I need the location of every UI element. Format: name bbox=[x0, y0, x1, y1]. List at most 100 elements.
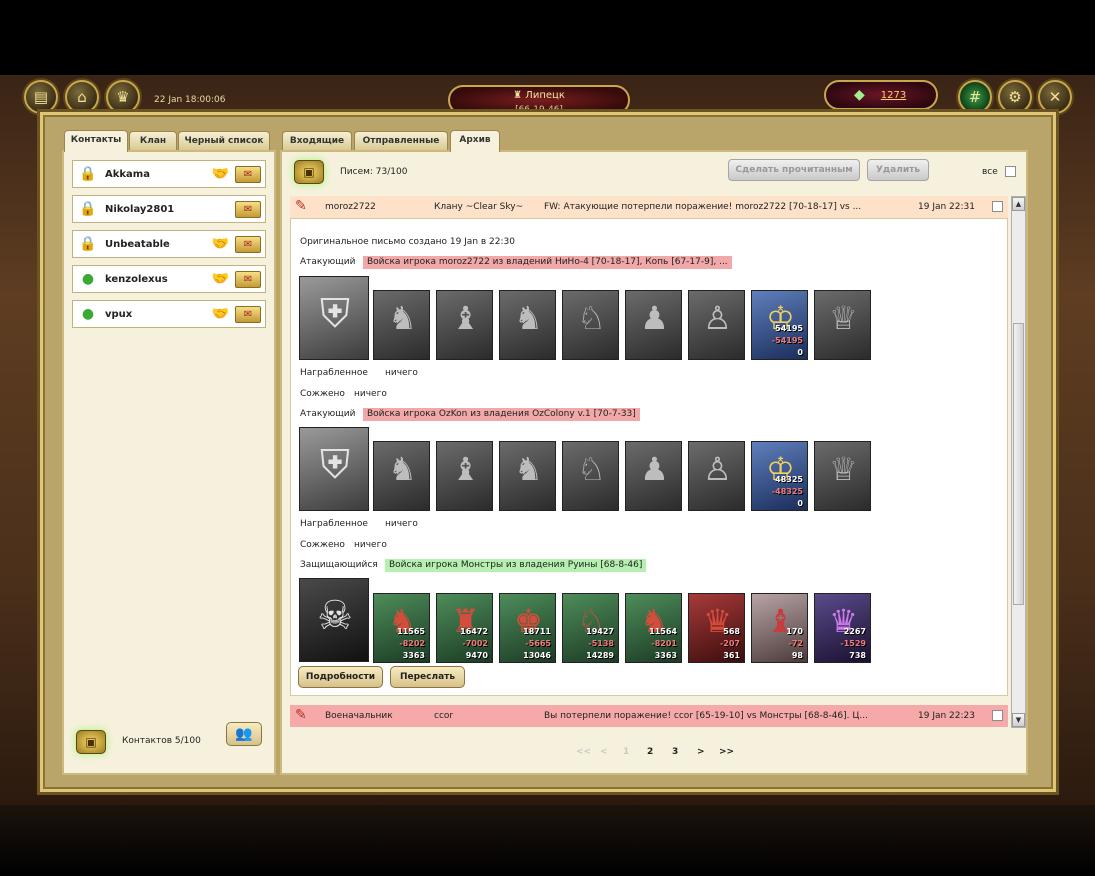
add-contact-button[interactable]: 👥 bbox=[226, 722, 262, 746]
gear-icon: ⚙ bbox=[1008, 88, 1022, 106]
unit-count: 54195 bbox=[775, 324, 803, 333]
demon-icon: ☠ bbox=[317, 593, 353, 639]
burn-value: ничего bbox=[354, 389, 387, 399]
tab-inbox[interactable]: Входящие bbox=[282, 131, 352, 151]
select-all-label: все bbox=[982, 167, 998, 177]
send-mail-button[interactable]: ✉ bbox=[235, 270, 261, 288]
trophy-button[interactable]: ♛ bbox=[106, 80, 140, 114]
scroll-up-arrow[interactable]: ▲ bbox=[1012, 197, 1025, 211]
settings-button[interactable]: ⚙ bbox=[998, 80, 1032, 114]
tab-contacts[interactable]: Контакты bbox=[64, 130, 128, 152]
pager-next[interactable]: > bbox=[697, 747, 705, 757]
map-button[interactable]: ▤ bbox=[24, 80, 58, 114]
unit-remaining: 0 bbox=[797, 499, 803, 508]
pager-prev[interactable]: < bbox=[600, 747, 608, 757]
pager-last[interactable]: >> bbox=[719, 747, 734, 757]
unit-count: 19427 bbox=[586, 627, 614, 636]
unit-card: ♘ bbox=[562, 441, 619, 511]
handshake-icon[interactable]: 🤝 bbox=[212, 271, 229, 287]
delete-button[interactable]: Удалить bbox=[867, 159, 929, 181]
contact-name: vpux bbox=[105, 308, 133, 320]
unit-loss: -48325 bbox=[771, 487, 803, 496]
message-row[interactable]: ✎ Военачальник ccor Вы потерпели поражен… bbox=[290, 705, 1008, 727]
currency-plate: ◆ 1273 bbox=[824, 80, 938, 110]
monster-card: ♛ 568 -207 361 bbox=[688, 593, 745, 663]
angel-icon: ♕ bbox=[829, 450, 858, 488]
chest-icon[interactable]: ▣ bbox=[294, 160, 324, 184]
unit-card: ♝ bbox=[436, 290, 493, 360]
contact-row[interactable]: 🔒 Akkama 🤝 ✉ bbox=[72, 160, 266, 188]
unit-remaining: 13046 bbox=[523, 651, 551, 660]
message-from: Военачальник bbox=[325, 711, 393, 721]
unit-count: 18711 bbox=[523, 627, 551, 636]
select-all-checkbox[interactable] bbox=[1005, 166, 1016, 177]
contact-name: kenzolexus bbox=[105, 273, 168, 285]
contact-row[interactable]: 🔒 Unbeatable 🤝 ✉ bbox=[72, 230, 266, 258]
unit-card: ♙ bbox=[688, 290, 745, 360]
unit-remaining: 14289 bbox=[586, 651, 614, 660]
army-title[interactable]: Войска игрока moroz2722 из владений НиНо… bbox=[363, 256, 732, 269]
send-mail-button[interactable]: ✉ bbox=[235, 165, 261, 183]
contact-row[interactable]: 🔒 Nikolay2801 ✉ bbox=[72, 195, 266, 223]
scroll-down-arrow[interactable]: ▼ bbox=[1012, 713, 1025, 727]
city-plate[interactable]: ♜ Липецк [66-19-46] bbox=[448, 85, 630, 115]
unit-count: 48325 bbox=[775, 475, 803, 484]
unit-remaining: 0 bbox=[797, 348, 803, 357]
tab-blacklist[interactable]: Черный список bbox=[178, 131, 270, 151]
send-mail-button[interactable]: ✉ bbox=[235, 235, 261, 253]
server-datetime: 22 Jan 18:00:06 bbox=[154, 95, 226, 105]
tab-sent[interactable]: Отправленные bbox=[354, 131, 448, 151]
tab-archive[interactable]: Архив bbox=[450, 130, 500, 152]
unit-loss: -72 bbox=[788, 639, 803, 648]
handshake-icon[interactable]: 🤝 bbox=[212, 236, 229, 252]
unit-remaining: 3363 bbox=[402, 651, 425, 660]
lock-icon: 🔒 bbox=[79, 236, 97, 252]
tab-clan[interactable]: Клан bbox=[129, 131, 177, 151]
monk-icon: ♙ bbox=[703, 450, 732, 488]
chat-button[interactable]: # bbox=[958, 80, 992, 114]
send-mail-button[interactable]: ✉ bbox=[235, 305, 261, 323]
message-checkbox[interactable] bbox=[992, 710, 1003, 721]
unit-count: 11564 bbox=[649, 627, 677, 636]
contact-row[interactable]: ● kenzolexus 🤝 ✉ bbox=[72, 265, 266, 293]
contact-row[interactable]: ● vpux 🤝 ✉ bbox=[72, 300, 266, 328]
unit-card: ♞ bbox=[373, 290, 430, 360]
lock-icon: 🔒 bbox=[79, 166, 97, 182]
close-button[interactable]: ✕ bbox=[1038, 80, 1072, 114]
unit-count: 568 bbox=[723, 627, 740, 636]
unit-card: ♞ bbox=[499, 290, 556, 360]
mark-read-button[interactable]: Сделать прочитанным bbox=[728, 159, 860, 181]
pager-first[interactable]: << bbox=[576, 747, 591, 757]
currency-amount[interactable]: 1273 bbox=[881, 90, 906, 101]
unit-count: 11565 bbox=[397, 627, 425, 636]
unit-remaining: 98 bbox=[791, 651, 803, 660]
pager-page-2[interactable]: 2 bbox=[647, 747, 653, 757]
unit-card: ♞ bbox=[499, 441, 556, 511]
forward-button[interactable]: Переслать bbox=[390, 666, 465, 688]
letters-count: Писем: 73/100 bbox=[340, 167, 408, 177]
pager-page-3[interactable]: 3 bbox=[672, 747, 678, 757]
pager-page-1[interactable]: 1 bbox=[623, 747, 629, 757]
chest-icon[interactable]: ▣ bbox=[76, 730, 106, 754]
unit-card: ♟ bbox=[625, 441, 682, 511]
hero-crest: ⛨ bbox=[299, 276, 369, 360]
unit-remaining: 738 bbox=[849, 651, 866, 660]
handshake-icon[interactable]: 🤝 bbox=[212, 166, 229, 182]
tower-icon: ♜ bbox=[513, 90, 526, 101]
unit-card: ♙ bbox=[688, 441, 745, 511]
scrollbar[interactable]: ▲ ▼ bbox=[1011, 196, 1026, 728]
loot-label: Награбленное bbox=[300, 519, 368, 529]
monster-card: ♝ 170 -72 98 bbox=[751, 593, 808, 663]
scroll-thumb[interactable] bbox=[1013, 323, 1024, 605]
army-title[interactable]: Войска игрока Монстры из владения Руины … bbox=[385, 559, 647, 572]
message-checkbox[interactable] bbox=[992, 201, 1003, 212]
contact-name: Unbeatable bbox=[105, 238, 170, 250]
details-button[interactable]: Подробности bbox=[298, 666, 383, 688]
army-title[interactable]: Войска игрока OzKon из владения OzColony… bbox=[363, 408, 640, 421]
message-row[interactable]: ✎ moroz2722 Клану ~Clear Sky~ FW: Атакую… bbox=[290, 196, 1008, 218]
monster-card: ♞ 11565 -8202 3363 bbox=[373, 593, 430, 663]
send-mail-button[interactable]: ✉ bbox=[235, 200, 261, 218]
handshake-icon[interactable]: 🤝 bbox=[212, 306, 229, 322]
hall-button[interactable]: ⌂ bbox=[65, 80, 99, 114]
message-subject: Вы потерпели поражение! ccor [65-19-10] … bbox=[544, 711, 868, 721]
